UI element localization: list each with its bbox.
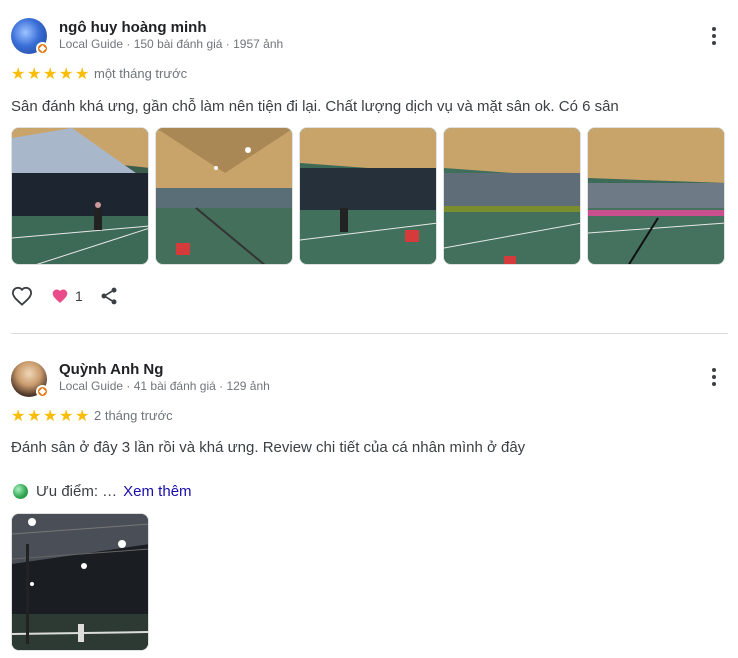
review-date: một tháng trước <box>94 66 188 81</box>
like-button[interactable] <box>11 286 33 306</box>
author-name[interactable]: Quỳnh Anh Ng <box>59 361 163 378</box>
share-icon <box>101 287 117 305</box>
star-icon: ★ <box>27 406 42 425</box>
more-options-button[interactable] <box>704 24 724 48</box>
like-count: 1 <box>75 288 83 304</box>
review-photo[interactable] <box>11 513 149 651</box>
review-photo[interactable] <box>155 127 293 265</box>
author-meta: Local Guide · 150 bài đánh giá · 1957 ản… <box>59 37 284 51</box>
star-icon: ★ <box>75 406 90 425</box>
star-icon: ★ <box>27 64 42 83</box>
review-text: Sân đánh khá ưng, gần chỗ làm nên tiện đ… <box>11 98 619 115</box>
star-icon: ★ <box>43 406 58 425</box>
local-guide-badge-icon <box>36 385 49 398</box>
heart-filled-icon <box>52 289 68 303</box>
review-photos <box>11 127 725 265</box>
author-meta: Local Guide · 41 bài đánh giá · 129 ảnh <box>59 379 270 393</box>
star-icon: ★ <box>75 64 90 83</box>
star-icon: ★ <box>11 64 26 83</box>
review-photo[interactable] <box>443 127 581 265</box>
review-text: Đánh sân ở đây 3 lần rồi và khá ưng. Rev… <box>11 439 526 456</box>
star-icon: ★ <box>43 64 58 83</box>
review-photo[interactable] <box>11 127 149 265</box>
pros-label: Ưu điểm: … <box>36 483 118 500</box>
review-date: 2 tháng trước <box>94 408 173 423</box>
review-photo[interactable] <box>587 127 725 265</box>
green-circle-emoji-icon <box>13 484 28 499</box>
review-photos <box>11 513 149 651</box>
star-icon: ★ <box>59 406 74 425</box>
reaction-count[interactable]: 1 <box>51 288 83 304</box>
star-icon: ★ <box>59 64 74 83</box>
see-more-link[interactable]: Xem thêm <box>123 483 191 500</box>
star-rating: ★ ★ ★ ★ ★ <box>11 64 90 83</box>
local-guide-badge-icon <box>36 42 49 55</box>
review-actions: 1 <box>11 286 119 306</box>
heart-outline-icon <box>11 286 33 306</box>
author-name[interactable]: ngô huy hoàng minh <box>59 19 206 36</box>
star-icon: ★ <box>11 406 26 425</box>
review-photo[interactable] <box>299 127 437 265</box>
pros-line: Ưu điểm: … Xem thêm <box>13 483 192 500</box>
divider <box>11 333 728 334</box>
star-rating: ★ ★ ★ ★ ★ <box>11 406 90 425</box>
share-button[interactable] <box>99 286 119 306</box>
more-options-button[interactable] <box>704 365 724 389</box>
